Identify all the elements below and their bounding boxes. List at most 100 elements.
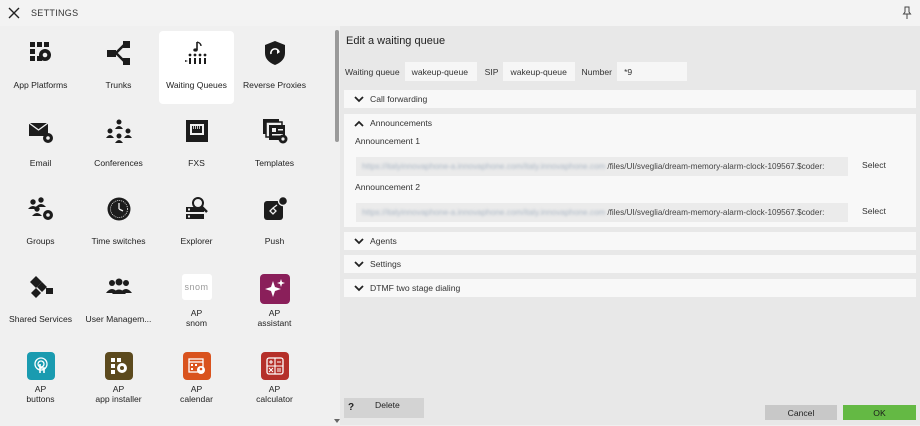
shared-services-icon [28,274,54,300]
time-switches-icon [106,196,132,222]
tile-label: Explorer [180,236,213,246]
conferences-icon [105,118,132,144]
tile-ap-app-installer[interactable]: AP app installer [81,343,156,416]
tile-app-platforms[interactable]: App Platforms [3,31,78,104]
trunks-icon [106,40,132,66]
buttons-icon [26,352,55,380]
tile-ap-snom[interactable]: snom AP snom [159,265,234,338]
app-platforms-icon [28,40,54,66]
tile-reverse-proxies[interactable]: Reverse Proxies [237,31,312,104]
delete-button[interactable]: Delete [359,398,424,412]
waiting-queue-input[interactable]: wakeup-queue [404,62,477,81]
number-label: Number [581,66,613,77]
sip-input[interactable]: wakeup-queue [503,62,576,81]
help-button[interactable]: ? [346,398,356,416]
groups-icon [27,196,54,222]
announcement-1-url-input[interactable]: https://italyinnovaphone-a.innovaphone.c… [356,157,848,176]
tile-label: AP assistant [257,308,292,328]
templates-icon [262,118,288,144]
tile-fxs[interactable]: FXS [159,109,234,182]
tile-label: Groups [26,236,55,246]
apps-scrollbar[interactable] [335,30,339,142]
announcement-2-label: Announcement 2 [355,182,420,192]
reverse-proxies-icon [262,40,288,66]
settings-header[interactable]: Settings [344,255,916,273]
ok-button[interactable]: OK [843,405,916,420]
tile-label: AP calendar [180,384,213,404]
calendar-icon [182,352,211,380]
section-label: Call forwarding [370,94,428,104]
section-label: Settings [370,259,402,269]
section-label: Announcements [370,118,433,128]
email-icon [28,118,54,144]
tile-ap-buttons[interactable]: AP buttons [3,343,78,416]
snom-logo: snom [184,282,209,292]
section-announcements: Announcements Announcement 1 https://ita… [344,114,916,227]
agents-header[interactable]: Agents [344,232,916,250]
tile-trunks[interactable]: Trunks [81,31,156,104]
chevron-down-icon [354,284,364,291]
edit-panel: Edit a waiting queue Waiting queue wakeu… [340,26,920,425]
push-icon [262,196,288,222]
chevron-down-icon [354,260,364,267]
sip-label: SIP [484,66,499,77]
tile-push[interactable]: Push [237,187,312,260]
announcement-2-select-button[interactable]: Select [862,206,886,216]
tile-label: Trunks [105,80,132,90]
section-call-forwarding: Call forwarding [344,90,916,108]
url-hidden-part: https://italyinnovaphone-a.innovaphone.c… [362,208,606,217]
tile-label: Shared Services [8,314,73,324]
tile-time-switches[interactable]: Time switches [81,187,156,260]
close-icon[interactable] [7,6,21,20]
snom-icon: snom [181,274,212,300]
tile-label: AP buttons [26,384,55,404]
queue-fields: Waiting queue wakeup-queue SIP wakeup-qu… [345,62,688,81]
title-bar: SETTINGS [0,0,920,26]
tile-label: Email [29,158,52,168]
tile-templates[interactable]: Templates [237,109,312,182]
waiting-queue-label: Waiting queue [345,66,400,77]
tile-label: AP calculator [256,384,293,404]
cancel-button[interactable]: Cancel [765,405,837,420]
dtmf-header[interactable]: DTMF two stage dialing [344,279,916,297]
calculator-icon [260,352,289,380]
tile-label: Time switches [91,236,146,246]
chevron-up-icon [354,120,364,127]
apps-panel: App Platforms Trunks Waiting Queues Reve… [0,26,333,425]
tile-explorer[interactable]: Explorer [159,187,234,260]
tile-label: User Managem... [85,314,152,324]
tile-label: App Platforms [13,80,68,90]
pin-icon[interactable] [902,6,912,20]
chevron-down-icon [354,237,364,244]
number-input[interactable]: *9 [617,62,688,81]
url-visible-part: /files/UI/sveglia/dream-memory-alarm-clo… [607,162,825,171]
window-title: SETTINGS [31,8,79,18]
tile-user-management[interactable]: User Managem... [81,265,156,338]
tile-label: FXS [188,158,205,168]
app-installer-icon [104,352,133,380]
section-label: Agents [370,236,397,246]
tile-label: Reverse Proxies [242,80,307,90]
tile-ap-calculator[interactable]: AP calculator [237,343,312,416]
announcements-header[interactable]: Announcements [344,114,916,132]
url-hidden-part: https://italyinnovaphone-a.innovaphone.c… [362,162,606,171]
tile-ap-calendar[interactable]: AP calendar [159,343,234,416]
tile-ap-assistant[interactable]: AP assistant [237,265,312,338]
tile-shared-services[interactable]: Shared Services [3,265,78,338]
tile-conferences[interactable]: Conferences [81,109,156,182]
tile-label: AP snom [185,308,207,328]
section-settings: Settings [344,255,916,273]
tile-label: Conferences [94,158,143,168]
tile-label: AP app installer [95,384,142,404]
section-agents: Agents [344,232,916,250]
call-forwarding-header[interactable]: Call forwarding [344,90,916,108]
tile-waiting-queues[interactable]: Waiting Queues [159,31,234,104]
tile-email[interactable]: Email [3,109,78,182]
tile-groups[interactable]: Groups [3,187,78,260]
announcement-1-select-button[interactable]: Select [862,160,886,170]
fxs-icon [184,118,210,144]
explorer-icon [184,196,210,222]
tile-label: Templates [254,158,295,168]
tile-label: Waiting Queues [166,80,227,90]
announcement-2-url-input[interactable]: https://italyinnovaphone-a.innovaphone.c… [356,203,848,222]
